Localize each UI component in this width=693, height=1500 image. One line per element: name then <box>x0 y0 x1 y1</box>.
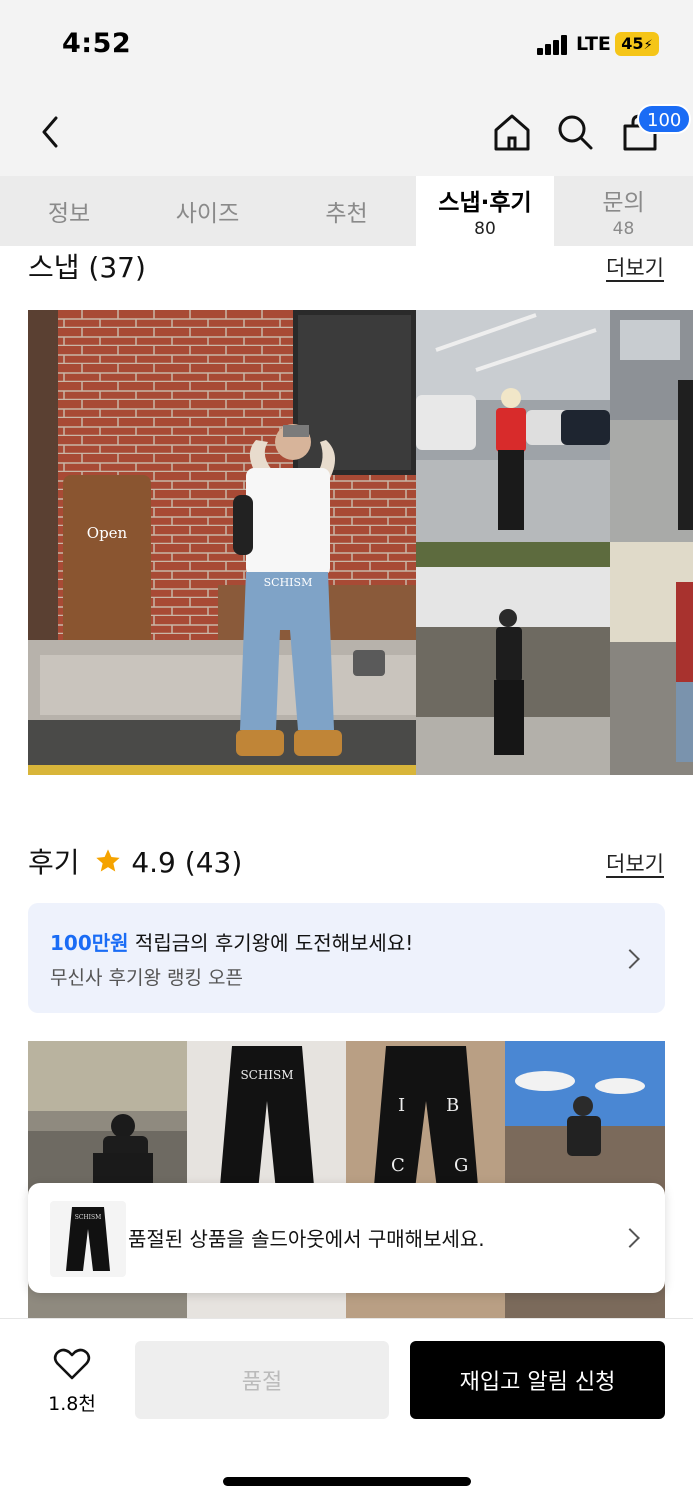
banner-line1: 100만원 적립금의 후기왕에 도전해보세요! <box>50 927 413 956</box>
tab-label: 사이즈 <box>175 201 240 227</box>
review-count: (43) <box>184 846 243 879</box>
status-time: 4:52 <box>62 28 132 59</box>
snap-title: 스냅 (37) <box>28 251 146 284</box>
tab-count: 48 <box>612 219 635 239</box>
reviews-header: 후기 4.9 (43) <box>28 841 242 881</box>
svg-text:I: I <box>398 1095 405 1116</box>
cart-count-badge: 100 <box>637 104 692 134</box>
svg-text:Open: Open <box>87 524 128 542</box>
tab-label: 문의 <box>602 190 645 216</box>
reviews-more-link[interactable]: 더보기 <box>606 848 664 878</box>
home-icon <box>494 114 530 151</box>
product-page: 4:52 LTE 45⚡ 100 정보 사이즈 추천 스냅·후기 80 문의 48 <box>0 0 693 1500</box>
home-indicator <box>223 1477 471 1486</box>
svg-text:C: C <box>391 1155 405 1176</box>
heart-icon <box>53 1348 91 1380</box>
chevron-right-icon <box>620 949 640 969</box>
snap-photo-3[interactable] <box>610 310 693 542</box>
svg-text:SCHISM: SCHISM <box>75 1214 102 1221</box>
snap-photo-5[interactable] <box>610 542 693 775</box>
tab-qna[interactable]: 문의 48 <box>554 176 693 246</box>
status-bar: 4:52 LTE 45⚡ <box>0 0 693 88</box>
tab-size[interactable]: 사이즈 <box>138 176 277 246</box>
soldout-popup[interactable]: SCHISM 품절된 상품을 솔드아웃에서 구매해보세요. <box>28 1183 665 1293</box>
like-button[interactable]: 1.8천 <box>30 1347 114 1417</box>
tab-label: 정보 <box>47 201 91 227</box>
like-count: 1.8천 <box>48 1393 96 1415</box>
snap-more-link[interactable]: 더보기 <box>606 252 664 282</box>
banner-line2: 무신사 후기왕 랭킹 오픈 <box>50 967 243 989</box>
reviews-title: 후기 <box>28 846 80 879</box>
svg-text:B: B <box>446 1095 459 1116</box>
chevron-left-icon <box>42 116 58 148</box>
network-label: LTE <box>576 33 611 55</box>
tab-count: 80 <box>474 219 496 239</box>
star-icon <box>96 849 121 872</box>
home-button[interactable] <box>490 108 534 156</box>
search-icon <box>558 115 593 150</box>
snap-photo-main[interactable]: Open SCHISM <box>28 310 416 775</box>
battery-level: 45 <box>621 34 644 53</box>
tab-info[interactable]: 정보 <box>0 176 138 246</box>
svg-text:SCHISM: SCHISM <box>264 576 313 589</box>
top-nav <box>0 88 693 176</box>
snap-photo-4[interactable] <box>416 542 610 775</box>
snap-photo-2[interactable] <box>416 310 610 542</box>
review-king-banner[interactable]: 100만원 적립금의 후기왕에 도전해보세요! 무신사 후기왕 랭킹 오픈 <box>28 903 665 1013</box>
chevron-right-icon <box>620 1228 640 1248</box>
tab-label: 추천 <box>325 201 368 227</box>
svg-text:G: G <box>454 1155 468 1176</box>
soldout-popup-text: 품절된 상품을 솔드아웃에서 구매해보세요. <box>128 1227 485 1251</box>
tab-snap-review[interactable]: 스냅·후기 80 <box>416 176 554 246</box>
tab-label: 스냅·후기 <box>438 190 532 216</box>
bottom-action-bar: 1.8천 품절 재입고 알림 신청 <box>0 1318 693 1500</box>
product-tabs: 정보 사이즈 추천 스냅·후기 80 문의 48 <box>0 176 693 246</box>
soldout-button[interactable]: 품절 <box>135 1341 389 1419</box>
back-button[interactable] <box>28 108 72 156</box>
review-rating: 4.9 <box>131 846 176 879</box>
tab-recommend[interactable]: 추천 <box>277 176 416 246</box>
svg-text:SCHISM: SCHISM <box>240 1068 293 1082</box>
product-thumbnail: SCHISM <box>50 1201 126 1277</box>
battery-icon: 45⚡ <box>615 32 659 56</box>
banner-text: 적립금의 후기왕에 도전해보세요! <box>128 931 414 955</box>
signal-icon <box>537 35 569 55</box>
banner-highlight: 100만원 <box>50 931 129 955</box>
search-button[interactable] <box>553 108 597 156</box>
restock-alert-button[interactable]: 재입고 알림 신청 <box>410 1341 665 1419</box>
